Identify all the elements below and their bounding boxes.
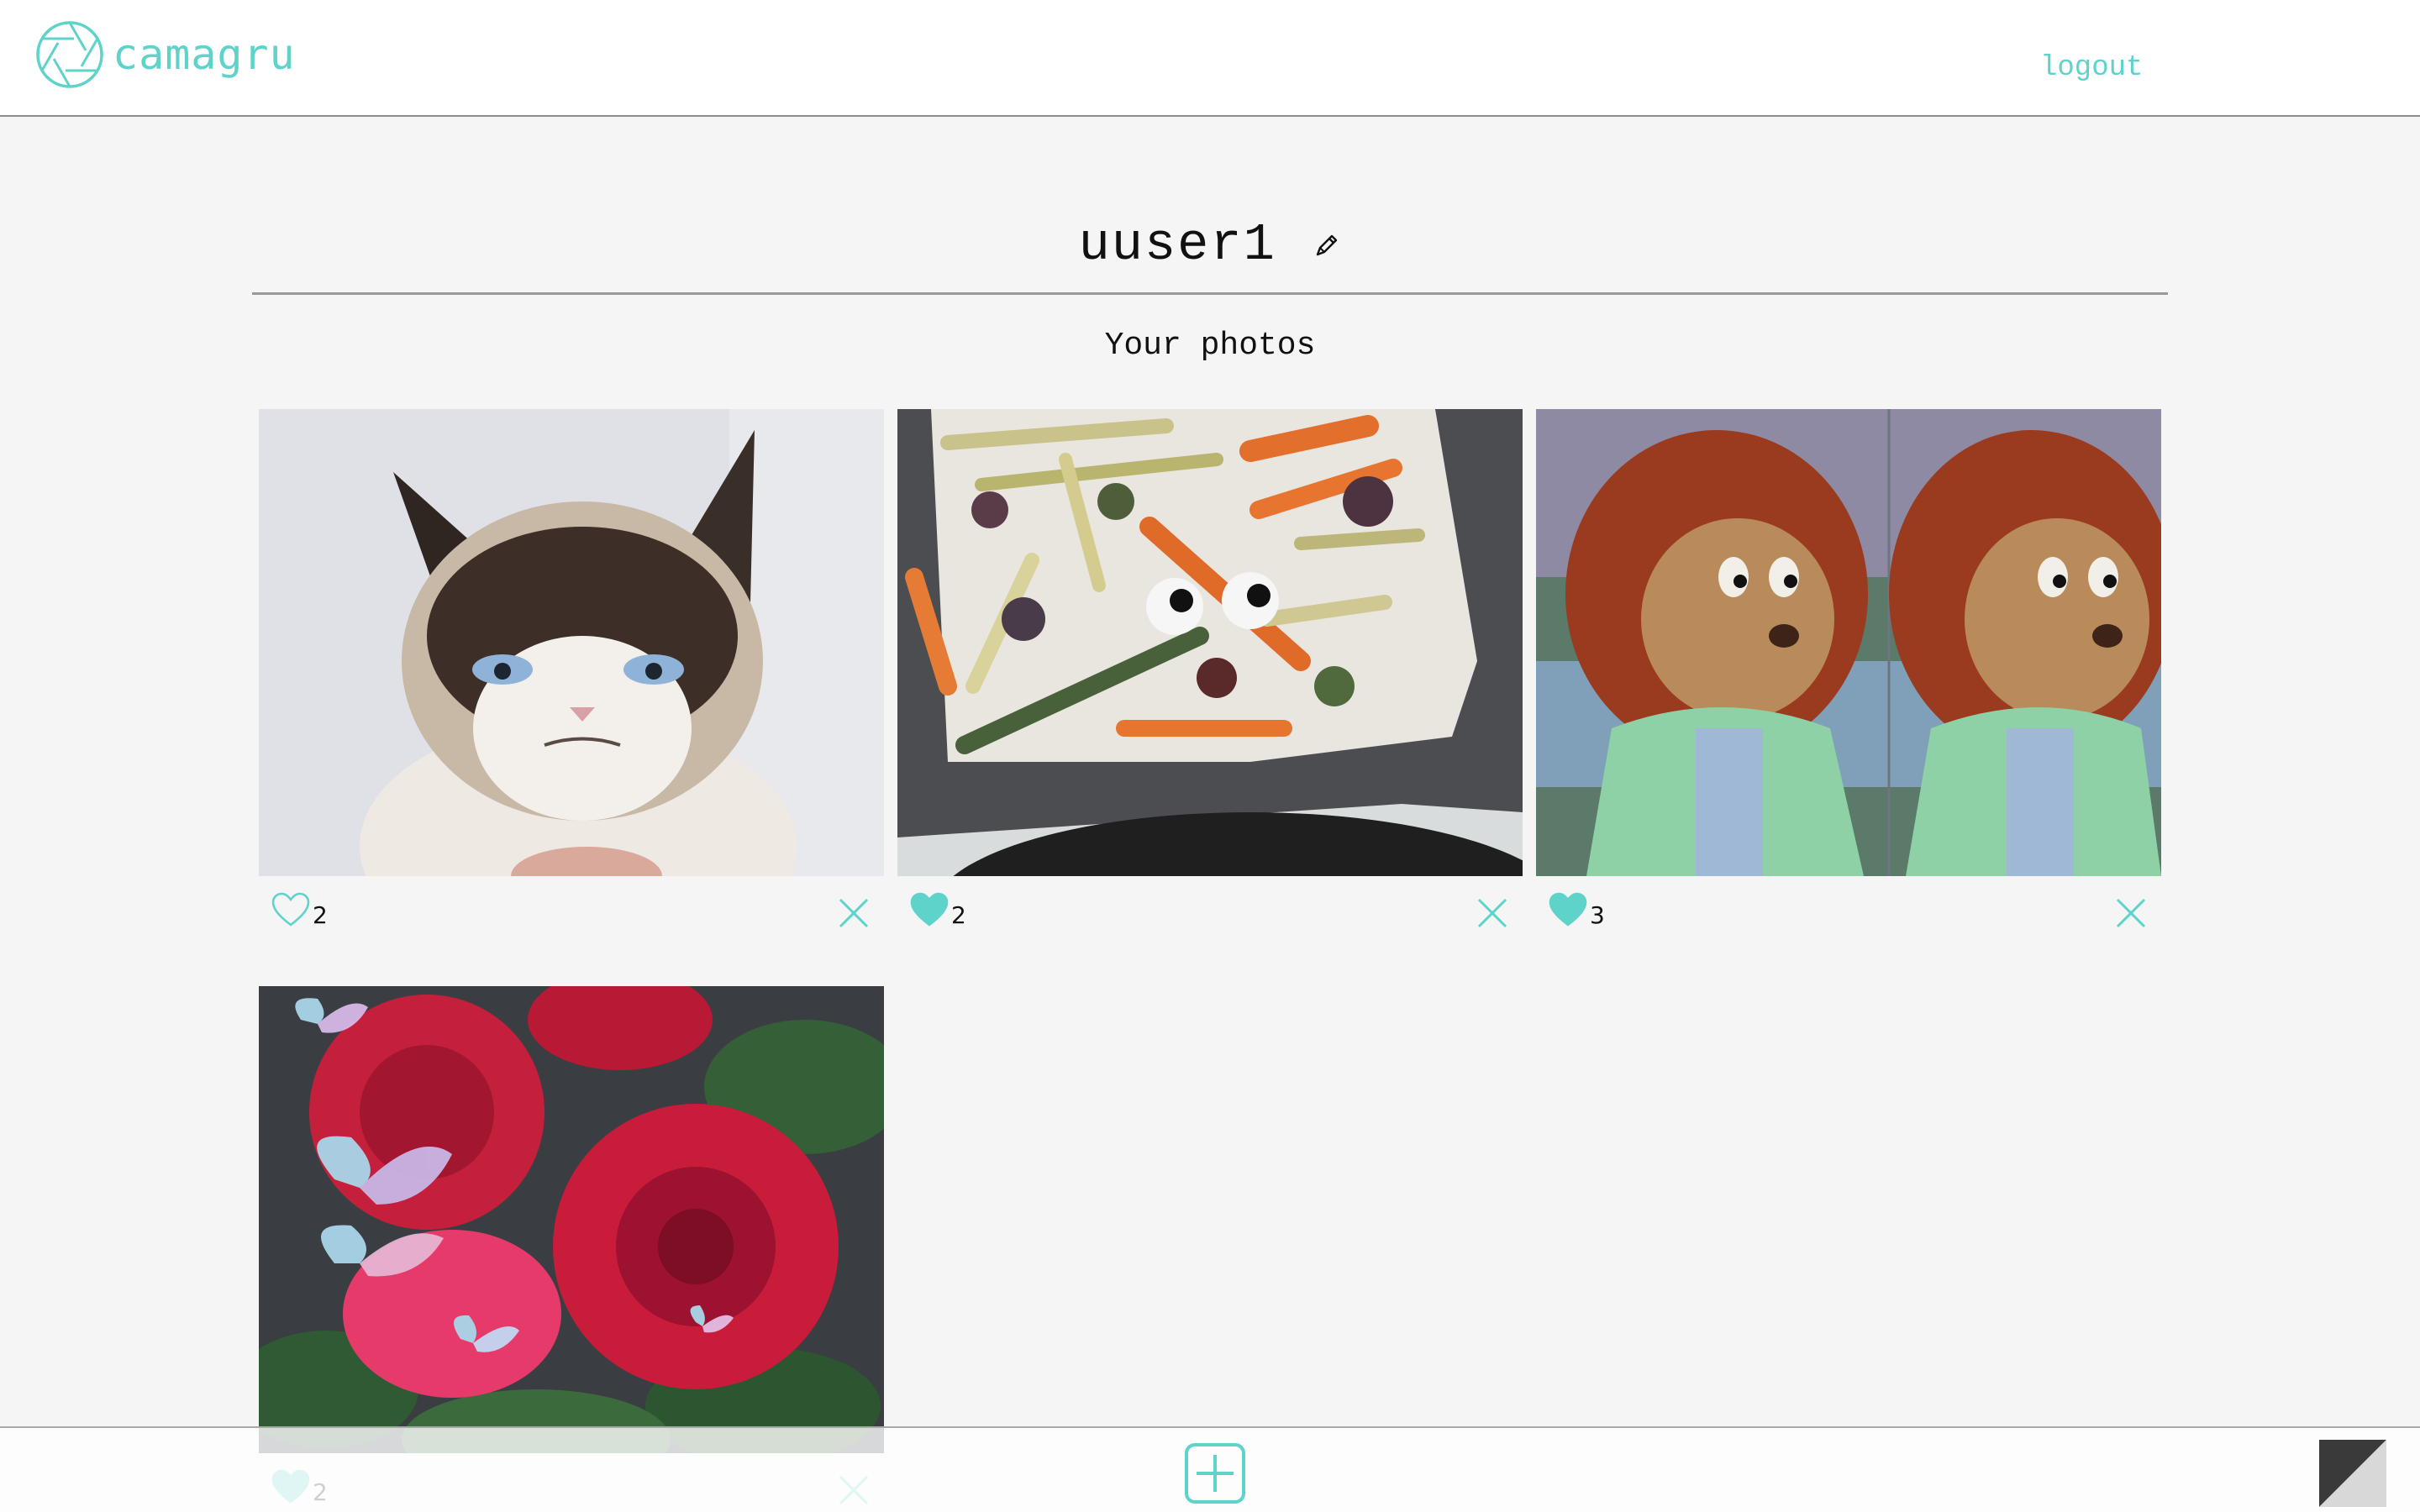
plus-square-icon[interactable] bbox=[1183, 1441, 1247, 1505]
logout-link[interactable]: logout bbox=[2040, 52, 2143, 84]
section-title: Your photos bbox=[1104, 328, 1316, 364]
photo-card: 2 bbox=[897, 409, 1523, 935]
photo-actions: 2 bbox=[897, 876, 1523, 935]
photo-actions: 3 bbox=[1536, 876, 2161, 935]
photo-card: 3 bbox=[1536, 409, 2161, 935]
profile-header: uuser1 bbox=[252, 215, 2168, 295]
heart-icon[interactable] bbox=[271, 891, 311, 928]
photo-image[interactable] bbox=[259, 986, 884, 1453]
brand-name: camagru bbox=[113, 30, 296, 79]
close-icon[interactable] bbox=[1476, 896, 1509, 930]
like-count: 2 bbox=[313, 901, 328, 929]
username-title: uuser1 bbox=[1078, 215, 1276, 275]
photo-card: 2 bbox=[259, 409, 884, 935]
photo-actions: 2 bbox=[259, 876, 884, 935]
camera-aperture-icon bbox=[36, 21, 103, 88]
pencil-icon[interactable] bbox=[1313, 231, 1341, 260]
photo-image[interactable] bbox=[259, 409, 884, 876]
photo-image[interactable] bbox=[1536, 409, 2161, 876]
like-count: 2 bbox=[951, 901, 966, 929]
brand[interactable]: camagru bbox=[34, 18, 296, 91]
bottom-toolbar bbox=[0, 1426, 2420, 1512]
close-icon[interactable] bbox=[2114, 896, 2148, 930]
heart-icon[interactable] bbox=[909, 891, 950, 928]
photo-image[interactable] bbox=[897, 409, 1523, 876]
like-count: 3 bbox=[1590, 901, 1605, 929]
theme-toggle-icon[interactable] bbox=[2319, 1440, 2386, 1507]
heart-icon[interactable] bbox=[1548, 891, 1588, 928]
close-icon[interactable] bbox=[837, 896, 871, 930]
top-navbar: camagru logout bbox=[0, 0, 2420, 117]
